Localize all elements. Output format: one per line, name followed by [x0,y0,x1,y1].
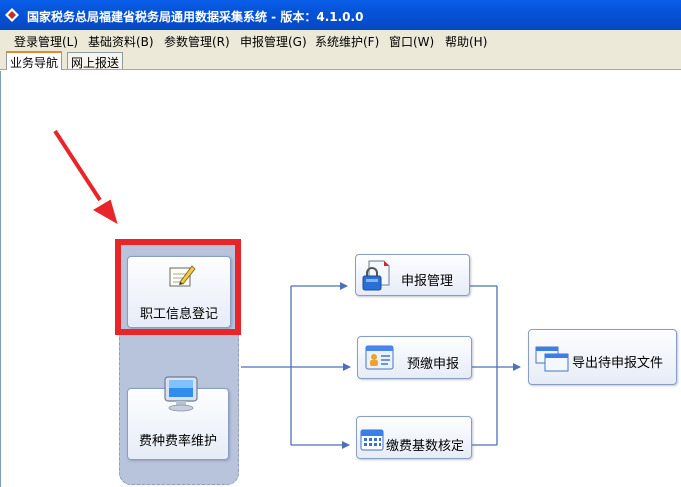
annotation-arrow-icon [53,129,118,225]
